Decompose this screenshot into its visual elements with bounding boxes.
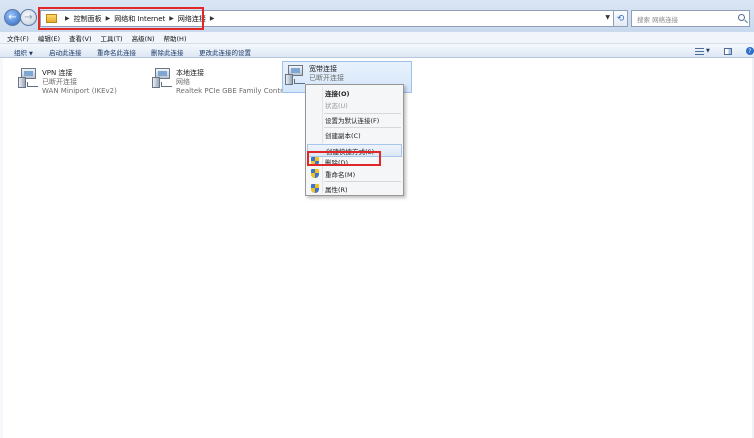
refresh-icon: ⟲ (616, 13, 625, 24)
start-connection-button[interactable]: 启动此连接 (49, 47, 82, 57)
control-panel-folder-icon (46, 14, 57, 23)
forward-arrow-icon: → (24, 11, 33, 23)
local-connection-icon (152, 68, 172, 90)
menu-bar: 文件(F) 编辑(E) 查看(V) 工具(T) 高级(N) 帮助(H) (0, 32, 754, 44)
change-settings-button[interactable]: 更改此连接的设置 (199, 47, 251, 57)
search-placeholder: 搜索 网络连接 (637, 15, 679, 24)
address-dropdown-icon[interactable]: ▼ (605, 14, 610, 21)
delete-connection-button[interactable]: 删除此连接 (151, 47, 184, 57)
connection-status: 已断开连接 (309, 74, 344, 82)
breadcrumb-control-panel[interactable]: 控制面板 (74, 14, 102, 24)
refresh-button[interactable]: ⟲ (614, 10, 628, 27)
breadcrumb-arrow-icon[interactable]: ▶ (169, 15, 174, 22)
vpn-connection-icon (18, 68, 38, 90)
address-bar-area: ← → ▶ 控制面板 ▶ 网络和 Internet ▶ 网络连接 ▶ ▼ ⟲ 搜… (0, 0, 754, 33)
search-box[interactable]: 搜索 网络连接 (631, 10, 750, 27)
preview-pane-icon[interactable] (723, 47, 732, 55)
menu-advanced[interactable]: 高级(N) (132, 33, 155, 43)
uac-shield-icon (311, 184, 319, 193)
help-icon[interactable]: ? (745, 47, 754, 55)
search-icon[interactable] (738, 14, 745, 21)
breadcrumb-network-internet[interactable]: 网络和 Internet (114, 14, 165, 24)
menu-item-create-copy[interactable]: 创建副本(C) (307, 128, 402, 141)
menu-view[interactable]: 查看(V) (69, 33, 92, 43)
broadband-connection-icon (285, 65, 305, 87)
organize-button[interactable]: 组织 ▼ (14, 47, 33, 57)
left-edge (0, 58, 3, 438)
breadcrumb-network-connections[interactable]: 网络连接 (178, 14, 206, 24)
command-bar: 组织 ▼ 启动此连接 重命名此连接 删除此连接 更改此连接的设置 ▼ ? (0, 44, 754, 58)
view-controls: ▼ ? (695, 47, 754, 55)
menu-item-properties[interactable]: 属性(R) (307, 182, 402, 195)
breadcrumb-arrow-icon[interactable]: ▶ (106, 15, 111, 22)
menu-help[interactable]: 帮助(H) (164, 33, 187, 43)
connection-device: WAN Miniport (IKEv2) (42, 87, 117, 95)
rename-connection-button[interactable]: 重命名此连接 (97, 47, 136, 57)
connection-vpn[interactable]: VPN 连接 已断开连接 WAN Miniport (IKEv2) (16, 64, 146, 96)
breadcrumb: ▶ 控制面板 ▶ 网络和 Internet ▶ 网络连接 ▶ (61, 14, 219, 24)
breadcrumb-arrow-icon[interactable]: ▶ (210, 15, 215, 22)
chevron-down-icon: ▼ (29, 51, 33, 57)
back-button[interactable]: ← (4, 9, 21, 26)
connection-name: 宽带连接 (309, 65, 337, 73)
connection-device: Realtek PCIe GBE Family Contr... (176, 87, 290, 95)
connection-local[interactable]: 本地连接 网络 Realtek PCIe GBE Family Contr... (150, 64, 289, 96)
forward-button[interactable]: → (20, 9, 37, 26)
menu-file[interactable]: 文件(F) (7, 33, 29, 43)
context-menu: 连接(O) 状态(U) 设置为默认连接(F) 创建副本(C) 创建快捷方式(S)… (305, 84, 404, 196)
uac-shield-icon (311, 157, 319, 166)
chevron-down-icon[interactable]: ▼ (706, 48, 710, 54)
connection-status: 网络 (176, 78, 190, 86)
change-view-icon[interactable] (695, 47, 704, 55)
breadcrumb-arrow-icon[interactable]: ▶ (65, 15, 70, 22)
connection-status: 已断开连接 (42, 78, 77, 86)
connection-name: 本地连接 (176, 69, 204, 77)
address-input[interactable]: ▶ 控制面板 ▶ 网络和 Internet ▶ 网络连接 ▶ ▼ (40, 10, 614, 27)
menu-edit[interactable]: 编辑(E) (38, 33, 60, 43)
menu-item-rename[interactable]: 重命名(M) (307, 167, 402, 180)
menu-tools[interactable]: 工具(T) (101, 33, 123, 43)
uac-shield-icon (311, 169, 319, 178)
menu-item-status: 状态(U) (325, 101, 348, 110)
connection-name: VPN 连接 (42, 69, 73, 77)
organize-label: 组织 (14, 49, 27, 57)
menu-item-set-default[interactable]: 设置为默认连接(F) (307, 113, 402, 126)
back-arrow-icon: ← (8, 11, 17, 23)
